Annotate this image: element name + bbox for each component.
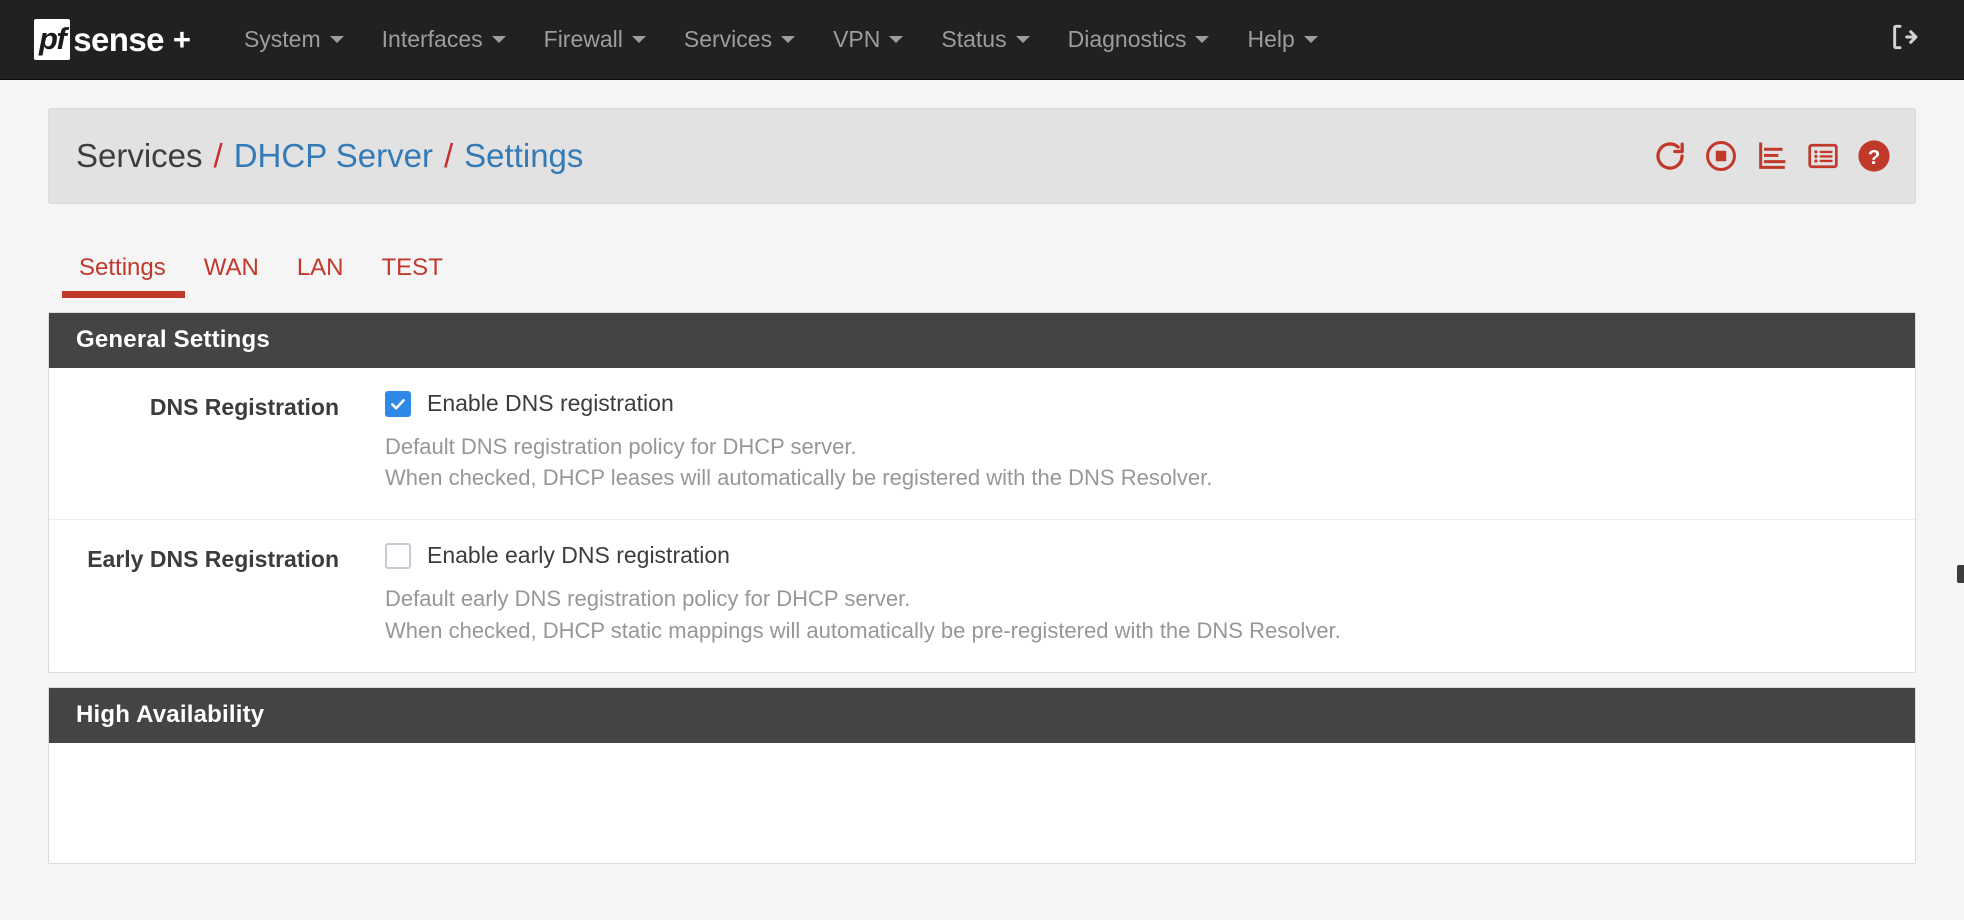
checkbox-enable-early-dns-registration[interactable] [385,542,411,569]
nav-item-diagnostics-label: Diagnostics [1067,26,1187,52]
nav-item-firewall[interactable]: Firewall [525,0,665,79]
nav-item-system[interactable]: System [225,0,363,79]
tab-bar: Settings WAN LAN TEST [48,236,1916,298]
tab-settings-label: Settings [79,254,166,281]
checkbox-row-dns-registration[interactable]: Enable DNS registration [385,390,1885,417]
tab-lan[interactable]: LAN [278,254,363,298]
chevron-down-icon [781,36,796,43]
help-text-early-dns-registration: Default early DNS registration policy fo… [385,583,1885,645]
service-status-log-icon [1755,139,1789,173]
nav-item-status[interactable]: Status [922,0,1048,79]
check-icon [391,398,405,409]
nav-item-system-label: System [243,26,321,52]
help-text-dns-registration: Default DNS registration policy for DHCP… [385,431,1885,493]
form-row-early-dns-registration: Early DNS Registration Enable early DNS … [49,520,1915,671]
breadcrumb-root: Services [76,137,203,174]
related-settings-button[interactable] [1806,139,1840,173]
nav-item-firewall-label: Firewall [543,26,623,52]
navbar-right-group [1882,15,1934,64]
tab-test[interactable]: TEST [363,254,462,298]
breadcrumb-actions: ? [1653,139,1891,173]
form-row-dns-registration: DNS Registration Enable DNS registration… [49,368,1915,521]
stop-service-icon [1704,139,1738,173]
control-early-dns-registration: Enable early DNS registration Default ea… [339,542,1915,645]
service-status-log-button[interactable] [1755,139,1789,173]
pfsense-logo[interactable]: pf sense + [34,19,191,60]
sign-out-icon [1888,21,1920,58]
chevron-down-icon [1303,36,1318,43]
nav-item-vpn[interactable]: VPN [814,0,922,79]
nav-item-services-label: Services [683,26,773,52]
checkbox-enable-dns-registration[interactable] [385,390,411,417]
chevron-down-icon [1195,36,1210,43]
svg-text:?: ? [1868,146,1881,169]
chevron-down-icon [889,36,904,43]
page-content: Services / DHCP Server / Settings ? Sett… [0,108,1964,864]
breadcrumb: Services / DHCP Server / Settings [76,137,583,175]
nav-item-diagnostics[interactable]: Diagnostics [1049,0,1229,79]
breadcrumb-separator: / [444,137,454,174]
help-line: When checked, DHCP static mappings will … [385,617,1341,643]
stop-service-button[interactable] [1704,139,1738,173]
help-line: When checked, DHCP leases will automatic… [385,465,1213,491]
nav-item-services[interactable]: Services [665,0,814,79]
restart-service-icon [1653,139,1687,173]
checkbox-label-enable-dns-registration[interactable]: Enable DNS registration [427,390,674,417]
breadcrumb-link-dhcp-server[interactable]: DHCP Server [234,137,433,175]
tab-wan-label: WAN [203,254,259,281]
navbar-menu: System Interfaces Firewall Services VPN … [225,0,1337,79]
top-navbar: pf sense + System Interfaces Firewall Se… [0,0,1964,80]
nav-item-help-label: Help [1247,26,1295,52]
nav-item-help[interactable]: Help [1228,0,1336,79]
panel-high-availability-body [49,743,1915,863]
sign-out-button[interactable] [1882,15,1926,64]
label-dns-registration: DNS Registration [149,394,339,420]
edge-clipped-indicator [1957,565,1964,583]
breadcrumb-separator: / [213,137,223,174]
tab-settings[interactable]: Settings [62,254,185,298]
control-dns-registration: Enable DNS registration Default DNS regi… [339,390,1915,493]
chevron-down-icon [329,36,344,43]
label-early-dns-registration: Early DNS Registration [87,546,339,573]
help-icon: ? [1857,139,1891,173]
breadcrumb-link-settings[interactable]: Settings [464,137,583,175]
restart-service-button[interactable] [1653,139,1687,173]
pfsense-logo-plus: + [172,22,191,57]
pfsense-logo-word: sense [73,20,164,58]
chevron-down-icon [1015,36,1030,43]
chevron-down-icon [631,36,646,43]
panel-general-settings-body: DNS Registration Enable DNS registration… [49,368,1915,672]
pfsense-logo-badge: pf [34,19,71,60]
nav-item-vpn-label: VPN [833,26,881,52]
nav-item-interfaces[interactable]: Interfaces [363,0,525,79]
panel-general-settings: General Settings DNS Registration Enable… [48,312,1916,673]
panel-high-availability-title: High Availability [49,687,1915,743]
checkbox-label-enable-early-dns-registration[interactable]: Enable early DNS registration [427,542,730,569]
nav-item-status-label: Status [941,26,1007,52]
chevron-down-icon [491,36,506,43]
tab-lan-label: LAN [296,254,344,281]
panel-general-settings-title: General Settings [49,313,1915,368]
tab-test-label: TEST [381,254,443,281]
tab-wan[interactable]: WAN [185,254,278,298]
help-button[interactable]: ? [1857,139,1891,173]
nav-item-interfaces-label: Interfaces [381,26,483,52]
help-line: Default DNS registration policy for DHCP… [385,434,857,459]
help-line: Default early DNS registration policy fo… [385,586,911,612]
checkbox-row-early-dns-registration[interactable]: Enable early DNS registration [385,542,1885,569]
panel-high-availability: High Availability [48,686,1916,864]
related-settings-icon [1806,139,1840,173]
breadcrumb-bar: Services / DHCP Server / Settings ? [48,108,1916,204]
